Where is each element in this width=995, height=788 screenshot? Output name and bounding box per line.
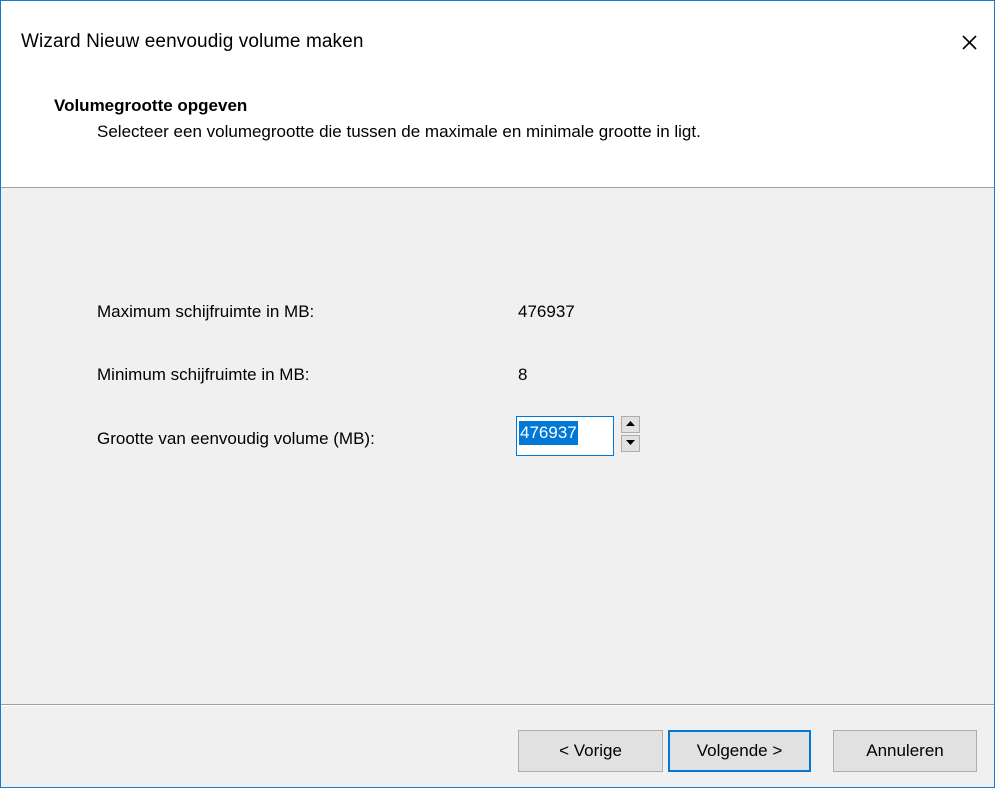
close-icon: [962, 35, 977, 50]
volume-size-value: 476937: [519, 421, 578, 445]
volume-size-input[interactable]: 476937: [516, 416, 614, 456]
back-button[interactable]: < Vorige: [518, 730, 663, 772]
spin-up-button[interactable]: [621, 416, 640, 433]
volume-size-spinner: [621, 416, 640, 453]
volume-size-label: Grootte van eenvoudig volume (MB):: [97, 429, 375, 448]
max-space-label: Maximum schijfruimte in MB:: [97, 302, 315, 321]
wizard-window: Wizard Nieuw eenvoudig volume maken Volu…: [0, 0, 995, 788]
next-button[interactable]: Volgende >: [668, 730, 811, 772]
min-space-label: Minimum schijfruimte in MB:: [97, 365, 310, 384]
page-subtitle: Selecteer een volumegrootte die tussen d…: [97, 122, 701, 141]
title-bar: Wizard Nieuw eenvoudig volume maken: [1, 1, 994, 85]
wizard-content: Maximum schijfruimte in MB: 476937 Minim…: [1, 188, 994, 704]
min-space-value: 8: [518, 365, 528, 384]
arrow-down-icon: [626, 440, 635, 445]
wizard-header: Volumegrootte opgeven Selecteer een volu…: [1, 85, 994, 188]
spin-down-button[interactable]: [621, 435, 640, 452]
footer-divider-highlight: [1, 705, 994, 706]
close-button[interactable]: [949, 23, 989, 63]
page-title: Volumegrootte opgeven: [54, 96, 248, 115]
max-space-value: 476937: [518, 302, 575, 321]
cancel-button[interactable]: Annuleren: [833, 730, 977, 772]
arrow-up-icon: [626, 421, 635, 426]
window-title: Wizard Nieuw eenvoudig volume maken: [21, 31, 364, 52]
